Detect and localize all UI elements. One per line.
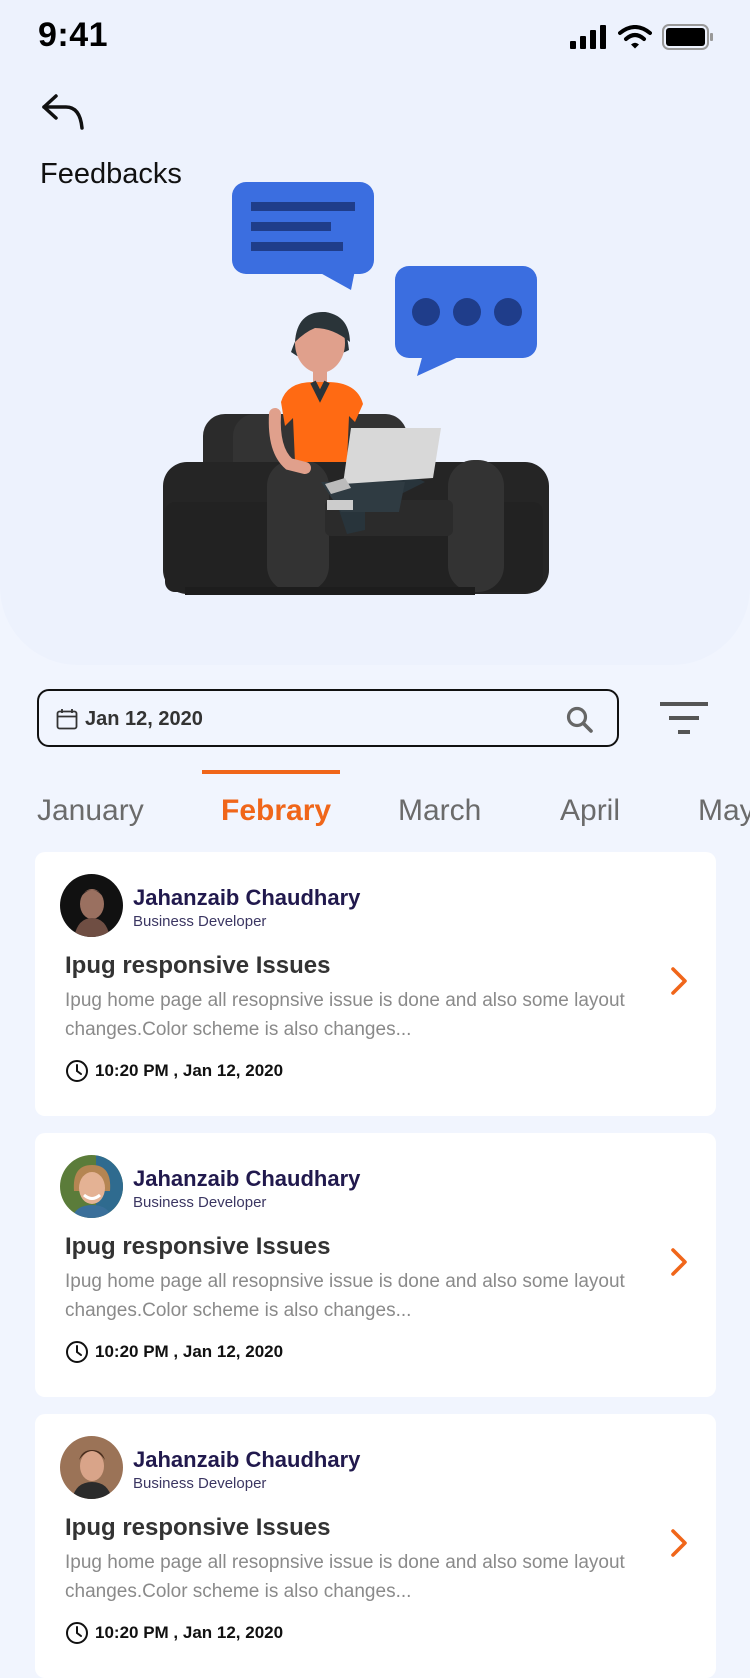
feedback-description: Ipug home page all resopnsive issue is d…	[65, 990, 625, 1040]
tab-april[interactable]: April	[560, 794, 620, 828]
clock-icon	[66, 1622, 88, 1644]
feedback-time: 10:20 PM , Jan 12, 2020	[65, 1059, 283, 1083]
status-icons	[570, 24, 714, 50]
feedback-title: Ipug responsive Issues	[65, 1233, 331, 1260]
avatar	[60, 874, 123, 937]
feedback-description: Ipug home page all resopnsive issue is d…	[65, 1552, 625, 1602]
feedback-description: Ipug home page all resopnsive issue is d…	[65, 1271, 625, 1321]
filter-icon	[660, 702, 708, 734]
feedback-title: Ipug responsive Issues	[65, 952, 331, 979]
avatar	[60, 1155, 123, 1218]
battery-icon	[662, 24, 713, 50]
clock-icon	[66, 1341, 88, 1363]
feedback-time-text: 10:20 PM , Jan 12, 2020	[95, 1623, 284, 1642]
tab-january[interactable]: January	[37, 794, 144, 828]
feedback-card[interactable]: Jahanzaib Chaudhary Business Developer I…	[35, 1414, 716, 1678]
author-role: Business Developer	[133, 1194, 267, 1211]
search-icon[interactable]	[566, 706, 593, 733]
back-button[interactable]	[40, 92, 88, 132]
author-name: Jahanzaib Chaudhary	[133, 885, 361, 910]
tab-may[interactable]: May	[698, 794, 750, 828]
wifi-icon	[618, 25, 652, 49]
feedback-time: 10:20 PM , Jan 12, 2020	[65, 1621, 283, 1645]
date-search-box[interactable]	[37, 689, 619, 747]
feedback-card[interactable]: Jahanzaib Chaudhary Business Developer I…	[35, 852, 716, 1116]
chat-bubble-lines-icon	[232, 182, 374, 290]
month-tabs: January Febrary March April May	[0, 770, 750, 830]
signal-icon	[570, 25, 606, 49]
calendar-icon	[56, 709, 78, 730]
author-name: Jahanzaib Chaudhary	[133, 1447, 361, 1472]
clock-icon	[66, 1060, 88, 1082]
feedback-time-text: 10:20 PM , Jan 12, 2020	[95, 1342, 284, 1361]
avatar	[60, 1436, 123, 1499]
chat-bubble-dots-icon	[395, 266, 537, 376]
tab-february[interactable]: Febrary	[221, 794, 331, 828]
feedback-time-text: 10:20 PM , Jan 12, 2020	[95, 1061, 284, 1080]
back-arrow-icon	[42, 94, 84, 130]
feedback-time: 10:20 PM , Jan 12, 2020	[65, 1340, 283, 1364]
author-role: Business Developer	[133, 1475, 267, 1492]
author-name: Jahanzaib Chaudhary	[133, 1166, 361, 1191]
feedback-title: Ipug responsive Issues	[65, 1514, 331, 1541]
feedback-card[interactable]: Jahanzaib Chaudhary Business Developer I…	[35, 1133, 716, 1397]
feedback-illustration	[163, 182, 549, 595]
chevron-right-icon[interactable]	[670, 1247, 688, 1277]
chevron-right-icon[interactable]	[670, 1528, 688, 1558]
chevron-right-icon[interactable]	[670, 966, 688, 996]
status-time: 9:41	[38, 16, 109, 54]
active-tab-indicator	[202, 770, 340, 774]
search-input[interactable]	[83, 701, 547, 737]
status-bar: 9:41	[0, 0, 750, 80]
author-role: Business Developer	[133, 913, 267, 930]
filter-button[interactable]	[660, 702, 710, 738]
tab-march[interactable]: March	[398, 794, 481, 828]
